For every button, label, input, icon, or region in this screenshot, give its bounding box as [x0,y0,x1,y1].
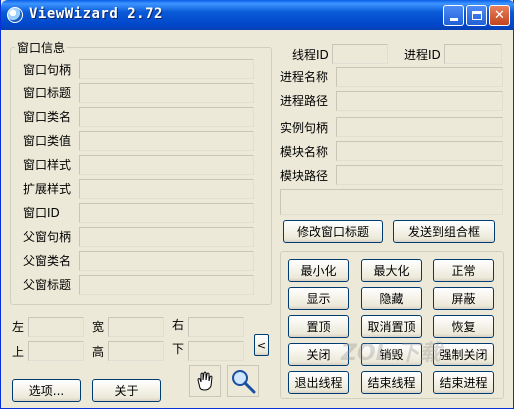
label-window-class: 窗口类名 [23,110,72,124]
label-process-path: 进程路径 [280,94,329,108]
close-window-button[interactable]: 关闭 [288,343,349,366]
minimize-action-button[interactable]: 最小化 [288,259,349,282]
hide-button[interactable]: 隐藏 [361,287,422,310]
label-process-name: 进程名称 [280,70,329,84]
window-title: ViewWizard 2.72 [29,6,163,22]
window-class-field[interactable] [79,107,254,127]
parent-handle-field[interactable] [79,227,254,247]
shield-button[interactable]: 屏蔽 [433,287,494,310]
end-thread-button[interactable]: 结束线程 [361,371,422,394]
maximize-button[interactable] [466,5,487,26]
destroy-button[interactable]: 销毁 [361,343,422,366]
window-class-value-field[interactable] [79,131,254,151]
process-path-field[interactable] [336,91,503,111]
label-process-id: 进程ID [404,48,441,62]
maximize-icon [471,11,482,20]
maximize-action-button[interactable]: 最大化 [361,259,422,282]
right-field[interactable] [188,317,244,337]
exit-thread-button[interactable]: 退出线程 [288,371,349,394]
label-thread-id: 线程ID [292,48,329,62]
label-width: 宽 [92,320,105,334]
label-window-class-value: 窗口类值 [23,134,72,148]
parent-title-field[interactable] [79,275,254,295]
minimize-button[interactable] [443,5,464,26]
force-close-button[interactable]: 强制关闭 [433,343,494,366]
restore-button[interactable]: 恢复 [433,315,494,338]
untopmost-button[interactable]: 取消置顶 [361,315,422,338]
window-style-field[interactable] [79,155,254,175]
label-height: 高 [92,345,105,359]
label-instance-handle: 实例句柄 [280,121,329,135]
topmost-button[interactable]: 置顶 [288,315,349,338]
window-handle-field[interactable] [79,59,254,79]
magnifier-tool[interactable] [227,365,259,397]
module-name-field[interactable] [336,141,503,161]
modify-title-button[interactable]: 修改窗口标题 [283,220,383,243]
process-name-field[interactable] [336,67,503,87]
label-window-handle: 窗口句柄 [23,63,72,77]
label-bottom: 下 [172,342,185,356]
top-field[interactable] [28,341,84,361]
bottom-field[interactable] [188,341,244,361]
close-button[interactable]: ✕ [489,5,510,26]
height-field[interactable] [108,341,164,361]
label-parent-handle: 父窗句柄 [23,230,72,244]
send-to-combo-button[interactable]: 发送到组合框 [393,220,495,243]
label-left: 左 [12,320,25,334]
label-parent-class: 父窗类名 [23,254,72,268]
magnifier-icon [232,370,256,394]
label-window-id: 窗口ID [23,206,60,220]
options-button[interactable]: 选项... [12,379,81,402]
normal-button[interactable]: 正常 [433,259,494,282]
window-id-field[interactable] [79,203,254,223]
label-right: 右 [172,318,185,332]
info-display-field[interactable] [280,189,503,215]
hand-icon [197,371,213,391]
width-field[interactable] [108,317,164,337]
label-module-name: 模块名称 [280,145,329,159]
about-button[interactable]: 关于 [92,379,161,402]
show-button[interactable]: 显示 [288,287,349,310]
left-field[interactable] [28,317,84,337]
label-top: 上 [12,345,25,359]
process-id-field[interactable] [444,44,502,64]
parent-class-field[interactable] [79,251,254,271]
module-path-field[interactable] [336,165,503,185]
label-window-style: 窗口样式 [23,158,72,172]
label-ext-style: 扩展样式 [23,182,72,196]
thread-id-field[interactable] [332,44,388,64]
label-module-path: 模块路径 [280,169,329,183]
collapse-button[interactable]: < [254,334,269,356]
window-info-legend: 窗口信息 [17,41,66,55]
window-title-field[interactable] [79,83,254,103]
minimize-icon [449,18,458,21]
finder-tool[interactable] [189,365,221,397]
instance-handle-field[interactable] [336,117,503,137]
title-bar[interactable]: ViewWizard 2.72 ✕ [1,0,514,30]
main-window: ViewWizard 2.72 ✕ 窗口信息 窗口句柄 窗口标题 窗口类名 窗口… [0,0,514,409]
app-icon [7,7,23,23]
end-process-button[interactable]: 结束进程 [433,371,494,394]
ext-style-field[interactable] [79,179,254,199]
close-icon: ✕ [494,8,505,23]
label-window-title: 窗口标题 [23,86,72,100]
label-parent-title: 父窗标题 [23,278,72,292]
